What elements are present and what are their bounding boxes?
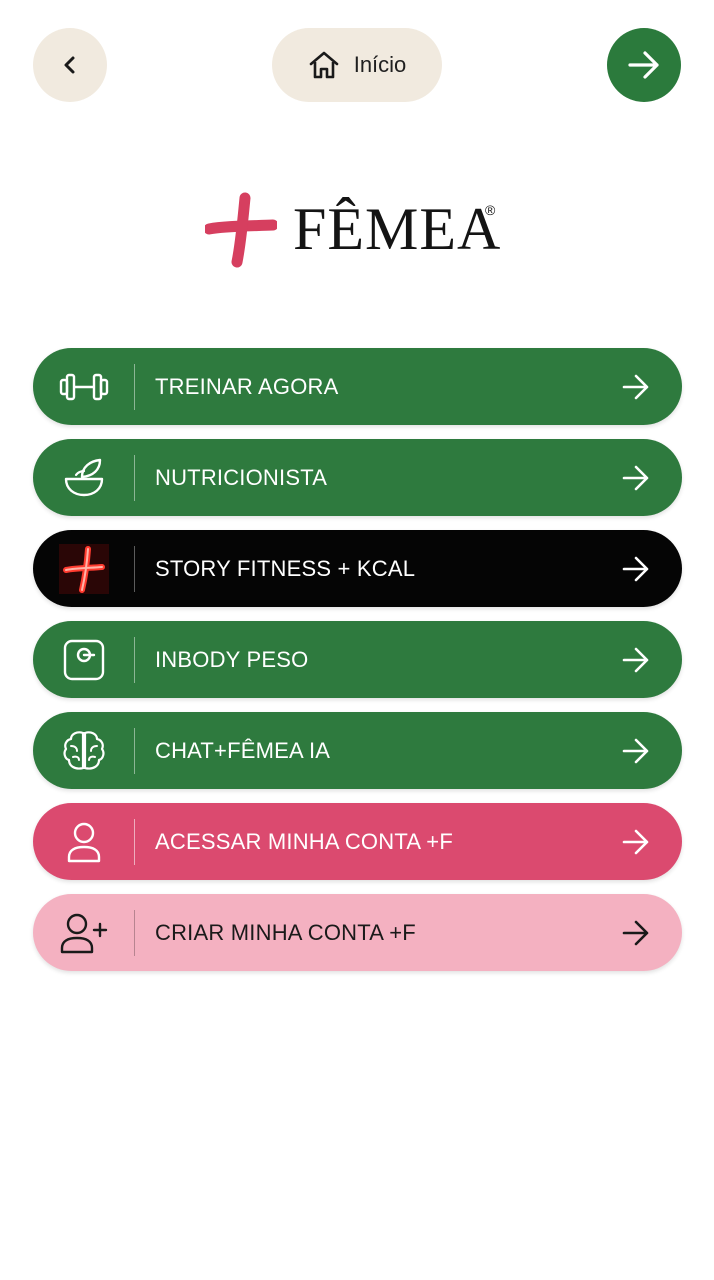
divider bbox=[134, 454, 135, 501]
divider bbox=[134, 909, 135, 956]
top-bar: Início bbox=[0, 0, 714, 130]
arrow-right-icon bbox=[606, 647, 666, 673]
neon-cross-icon bbox=[33, 530, 134, 607]
divider bbox=[134, 545, 135, 592]
menu-item-criar-conta[interactable]: CRIAR MINHA CONTA +F bbox=[33, 894, 682, 971]
forward-button[interactable] bbox=[607, 28, 681, 102]
logo-wordmark: FÊMEA bbox=[293, 196, 502, 262]
arrow-right-icon bbox=[606, 374, 666, 400]
arrow-right-icon bbox=[606, 465, 666, 491]
registered-mark: ® bbox=[485, 202, 496, 218]
menu-item-story-fitness[interactable]: STORY FITNESS + KCAL bbox=[33, 530, 682, 607]
menu-item-acessar-conta[interactable]: ACESSAR MINHA CONTA +F bbox=[33, 803, 682, 880]
femea-logo: FÊMEA ® bbox=[205, 190, 505, 270]
user-plus-icon bbox=[33, 894, 134, 971]
home-icon bbox=[309, 51, 339, 79]
menu-item-treinar-agora[interactable]: TREINAR AGORA bbox=[33, 348, 682, 425]
menu-item-label: STORY FITNESS + KCAL bbox=[155, 555, 416, 581]
brain-icon bbox=[33, 712, 134, 789]
menu-item-label: CRIAR MINHA CONTA +F bbox=[155, 919, 416, 945]
arrow-right-icon bbox=[606, 738, 666, 764]
arrow-right-icon bbox=[628, 51, 659, 79]
arrow-right-icon bbox=[606, 920, 666, 946]
menu-item-label: INBODY PESO bbox=[155, 646, 309, 672]
dumbbell-icon bbox=[33, 348, 134, 425]
user-icon bbox=[33, 803, 134, 880]
menu-item-label: TREINAR AGORA bbox=[155, 373, 339, 399]
arrow-right-icon bbox=[606, 556, 666, 582]
home-label: Início bbox=[353, 52, 407, 77]
menu-item-label: ACESSAR MINHA CONTA +F bbox=[155, 828, 453, 854]
chevron-left-icon bbox=[64, 56, 75, 74]
divider bbox=[134, 818, 135, 865]
home-button[interactable]: Início bbox=[272, 28, 442, 102]
menu-item-label: CHAT+FÊMEA IA bbox=[155, 737, 331, 763]
scale-icon bbox=[33, 621, 134, 698]
arrow-right-icon bbox=[606, 829, 666, 855]
salad-bowl-icon bbox=[33, 439, 134, 516]
cross-logo-icon bbox=[205, 192, 277, 268]
divider bbox=[134, 363, 135, 410]
menu-item-inbody-peso[interactable]: INBODY PESO bbox=[33, 621, 682, 698]
back-button[interactable] bbox=[33, 28, 107, 102]
menu-item-chat-femea-ia[interactable]: CHAT+FÊMEA IA bbox=[33, 712, 682, 789]
menu-item-label: NUTRICIONISTA bbox=[155, 464, 328, 490]
menu-item-nutricionista[interactable]: NUTRICIONISTA bbox=[33, 439, 682, 516]
divider bbox=[134, 727, 135, 774]
divider bbox=[134, 636, 135, 683]
